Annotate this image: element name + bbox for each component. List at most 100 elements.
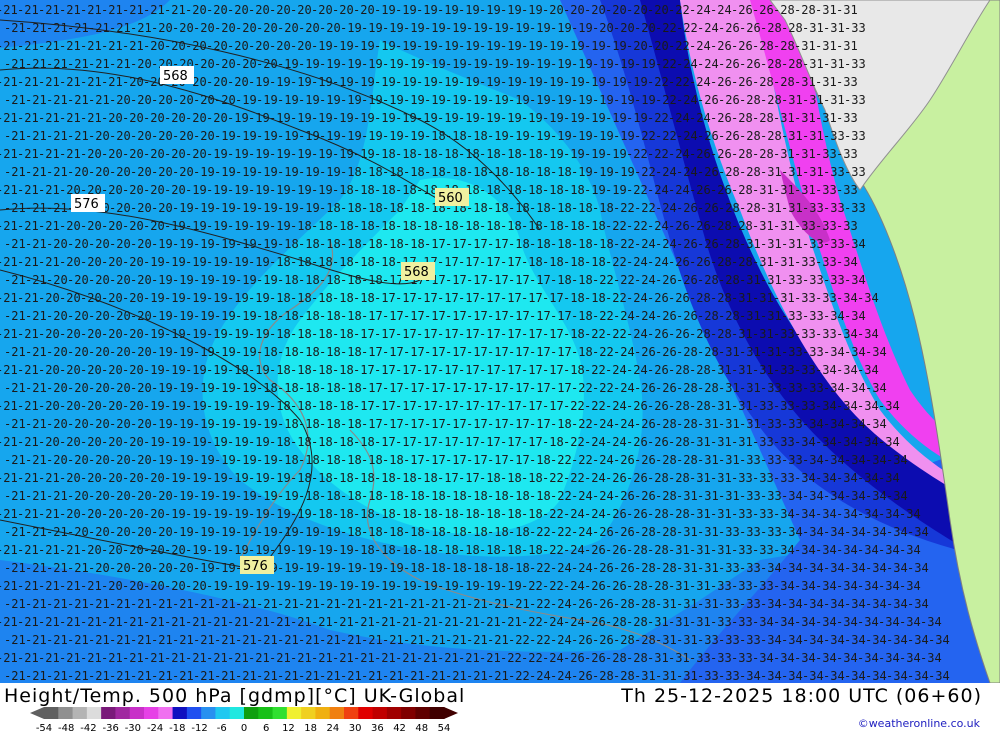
temp-value: -28 [592,669,614,683]
temp-value: -22 [655,129,677,143]
temp-value: -20 [130,309,152,323]
temp-value: -19 [298,561,320,575]
temp-value: -26 [710,75,732,89]
temp-value: -19 [500,75,522,89]
temp-value: -31 [739,381,761,395]
temp-value: -20 [122,255,144,269]
temp-value: -34 [844,309,866,323]
temp-value: -31 [739,345,761,359]
temp-value: -17 [395,363,417,377]
temp-value: -20 [46,453,68,467]
temp-value: -20 [46,381,68,395]
temp-value: -31 [836,39,858,53]
temp-value: -19 [164,507,186,521]
temp-value: -19 [214,237,236,251]
temp-value: -34 [878,435,900,449]
temp-value: -18 [353,255,375,269]
temp-value: -19 [374,39,396,53]
temp-value: -18 [466,561,488,575]
temp-value: -31 [710,435,732,449]
temp-value: -19 [185,363,207,377]
map-title: Height/Temp. 500 hPa [gdmp][°C] UK-Globa… [4,685,465,707]
temp-value: -21 [130,597,152,611]
svg-text:568: 568 [404,265,429,280]
credit-link[interactable]: ©weatheronline.co.uk [858,717,980,730]
temp-value: -22 [521,615,543,629]
temp-value: -18 [340,201,362,215]
temp-value: -21 [46,21,68,35]
svg-text:576: 576 [243,559,268,574]
temp-value: -20 [80,399,102,413]
temp-value: -28 [752,75,774,89]
temp-value: -19 [235,273,257,287]
temp-value: -21 [143,615,165,629]
temp-value: -20 [185,39,207,53]
temp-value: -21 [46,489,68,503]
temp-value: -20 [130,345,152,359]
temp-value: -17 [437,327,459,341]
temp-value: -17 [403,381,425,395]
temp-value: -34 [886,489,908,503]
temp-value: -21 [214,669,236,683]
temp-value: -18 [395,543,417,557]
temp-value: -19 [151,273,173,287]
temp-value: -34 [907,633,929,647]
temp-value: -22 [584,399,606,413]
temp-value: -18 [332,255,354,269]
temp-value: -21 [80,615,102,629]
temp-value: -19 [584,183,606,197]
temp-value: -18 [416,183,438,197]
temp-value: -34 [794,471,816,485]
temp-value: -18 [445,525,467,539]
temp-value: -28 [752,39,774,53]
temp-value: -20 [101,507,123,521]
temp-value: -17 [466,417,488,431]
temp-value: -19 [206,507,228,521]
legend-swatch [301,707,316,719]
temp-value: -31 [718,381,740,395]
temp-value: -21 [4,93,26,107]
temp-value: -19 [458,579,480,593]
temp-value: -20 [130,129,152,143]
temp-value: -19 [235,453,257,467]
legend-swatch [44,707,59,719]
temp-value: -17 [479,363,501,377]
temp-value: -26 [676,309,698,323]
temp-value: -19 [269,543,291,557]
temp-value: -18 [403,489,425,503]
temp-value: -20 [193,21,215,35]
temp-value: -19 [487,21,509,35]
temp-value: -24 [626,255,648,269]
temp-value: -18 [403,237,425,251]
height-label-4: 568 [401,262,435,280]
temp-value: -19 [403,93,425,107]
temp-value: -17 [458,435,480,449]
temp-value: -20 [80,507,102,521]
temp-value: -19 [248,327,270,341]
temp-value: -19 [500,39,522,53]
temp-value: -20 [319,21,341,35]
temp-value: -20 [193,129,215,143]
temp-value: -19 [206,579,228,593]
temp-value: -33 [781,345,803,359]
temp-value: -17 [382,345,404,359]
temp-value: -17 [416,399,438,413]
temp-value: -26 [668,255,690,269]
temp-value: -17 [424,237,446,251]
temp-value: -22 [529,597,551,611]
temp-value: -19 [571,93,593,107]
legend-tick-label: -6 [217,723,227,733]
temp-value: -34 [865,597,887,611]
temp-value: -33 [739,525,761,539]
temp-value: -19 [206,471,228,485]
temp-value: -19 [269,75,291,89]
temp-value: -19 [256,129,278,143]
temp-value: -31 [752,183,774,197]
temp-value: -21 [17,183,39,197]
temp-value: -28 [613,633,635,647]
temp-value: -19 [563,75,585,89]
temp-value: -33 [836,147,858,161]
temp-value: -21 [508,597,530,611]
temp-value: -24 [689,3,711,17]
temp-value: -19 [227,327,249,341]
